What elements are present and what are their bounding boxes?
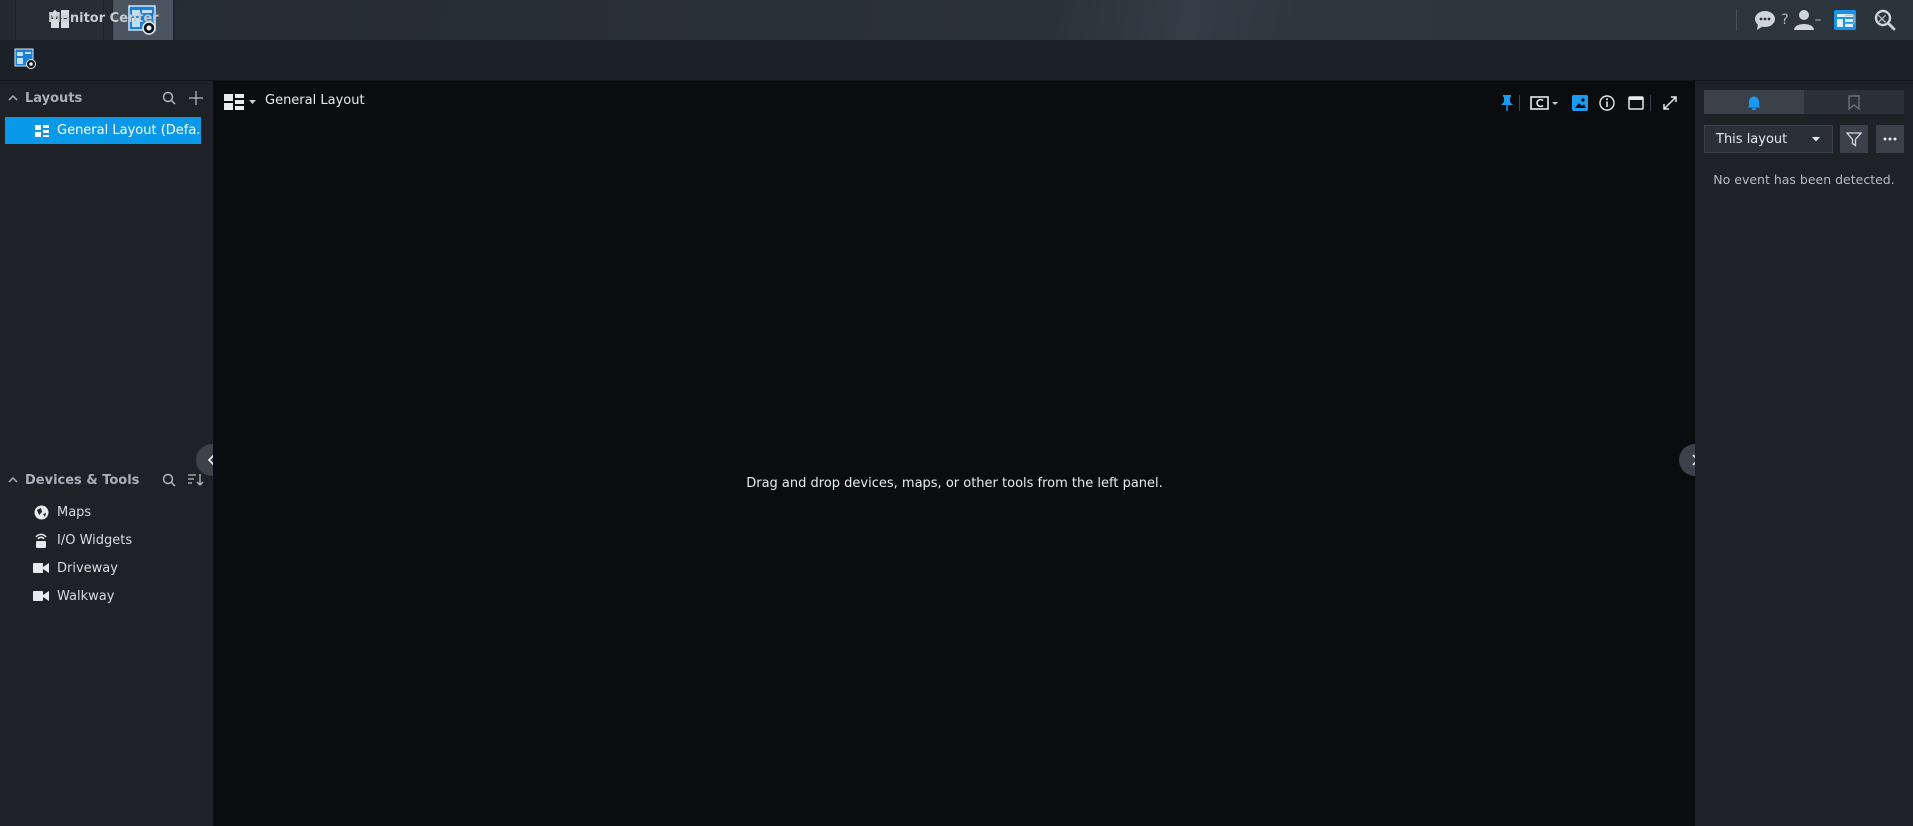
tree-item-io-widgets[interactable]: I/O Widgets <box>0 527 213 553</box>
camera-icon <box>33 560 49 576</box>
info-button[interactable] <box>1597 93 1617 113</box>
map-icon <box>33 504 49 520</box>
stream-quality-button[interactable] <box>1529 93 1559 113</box>
minimize-icon: – <box>1814 12 1822 28</box>
info-icon <box>1599 95 1615 111</box>
search-icon <box>162 91 176 105</box>
toolbar-divider <box>1519 95 1520 111</box>
tree-item-maps[interactable]: Maps <box>0 499 213 525</box>
layout-viewport[interactable] <box>213 81 1695 826</box>
io-widget-icon <box>33 532 49 548</box>
restore-icon: ❐ <box>1844 13 1856 27</box>
layouts-search-button[interactable] <box>160 89 178 107</box>
layout-icon <box>35 124 49 137</box>
layouts-title: Layouts <box>25 90 83 106</box>
layout-switcher-button[interactable] <box>224 94 256 110</box>
app-icon <box>14 48 38 70</box>
toolbar-divider <box>1650 95 1651 111</box>
minimize-button[interactable]: – <box>1806 9 1830 31</box>
layout-item-general[interactable]: General Layout (Defa... <box>5 117 201 144</box>
left-panel <box>0 81 213 826</box>
tab-bookmarks[interactable] <box>1804 90 1904 114</box>
fullscreen-button[interactable] <box>1660 93 1680 113</box>
more-options-button[interactable] <box>1876 125 1904 153</box>
tree-item-driveway[interactable]: Driveway <box>0 555 213 581</box>
tree-item-walkway[interactable]: Walkway <box>0 583 213 609</box>
image-icon <box>1572 95 1588 111</box>
tray-divider <box>1736 9 1737 31</box>
tree-item-label: Maps <box>57 504 92 520</box>
right-panel <box>1695 81 1913 826</box>
window-mode-button[interactable] <box>1626 93 1646 113</box>
close-button[interactable]: ✕ <box>1870 9 1894 31</box>
no-event-message: No event has been detected. <box>1713 172 1895 187</box>
restore-button[interactable]: ❐ <box>1838 9 1862 31</box>
tab-events[interactable] <box>1704 90 1804 114</box>
quality-icon <box>1530 96 1558 110</box>
caret-down-icon <box>249 99 256 105</box>
window-icon <box>1628 96 1644 110</box>
camera-icon <box>33 588 49 604</box>
plus-icon <box>189 91 203 105</box>
add-layout-button[interactable] <box>187 89 205 107</box>
chevron-up-icon[interactable] <box>7 92 19 104</box>
tree-item-label: Walkway <box>57 588 115 604</box>
window-title: Monitor Center <box>48 11 159 26</box>
expand-icon <box>1663 96 1677 110</box>
pin-icon <box>1500 95 1514 111</box>
image-enhancement-button[interactable] <box>1570 93 1590 113</box>
taskbar <box>0 0 1913 40</box>
more-icon <box>1883 137 1897 141</box>
close-icon: ✕ <box>1876 12 1888 28</box>
bookmark-icon <box>1848 94 1860 110</box>
tree-item-label: Driveway <box>57 560 118 576</box>
event-scope-select[interactable]: This layout <box>1704 125 1833 153</box>
layout-grid-icon <box>224 94 244 110</box>
window-titlebar <box>0 40 1913 81</box>
caret-down-icon <box>1812 136 1820 142</box>
layout-item-label: General Layout (Defa... <box>57 123 201 138</box>
help-button[interactable]: ? <box>1773 9 1797 31</box>
event-scope-value: This layout <box>1716 131 1788 147</box>
layouts-section-header[interactable]: Layouts <box>0 81 213 115</box>
filter-button[interactable] <box>1840 125 1868 153</box>
filter-icon <box>1846 131 1862 147</box>
bell-icon <box>1747 95 1761 110</box>
pin-button[interactable] <box>1497 93 1517 113</box>
empty-layout-message: Drag and drop devices, maps, or other to… <box>746 476 1163 491</box>
help-icon: ? <box>1781 12 1789 28</box>
tree-item-label: I/O Widgets <box>57 532 133 548</box>
layout-title: General Layout <box>265 93 365 108</box>
